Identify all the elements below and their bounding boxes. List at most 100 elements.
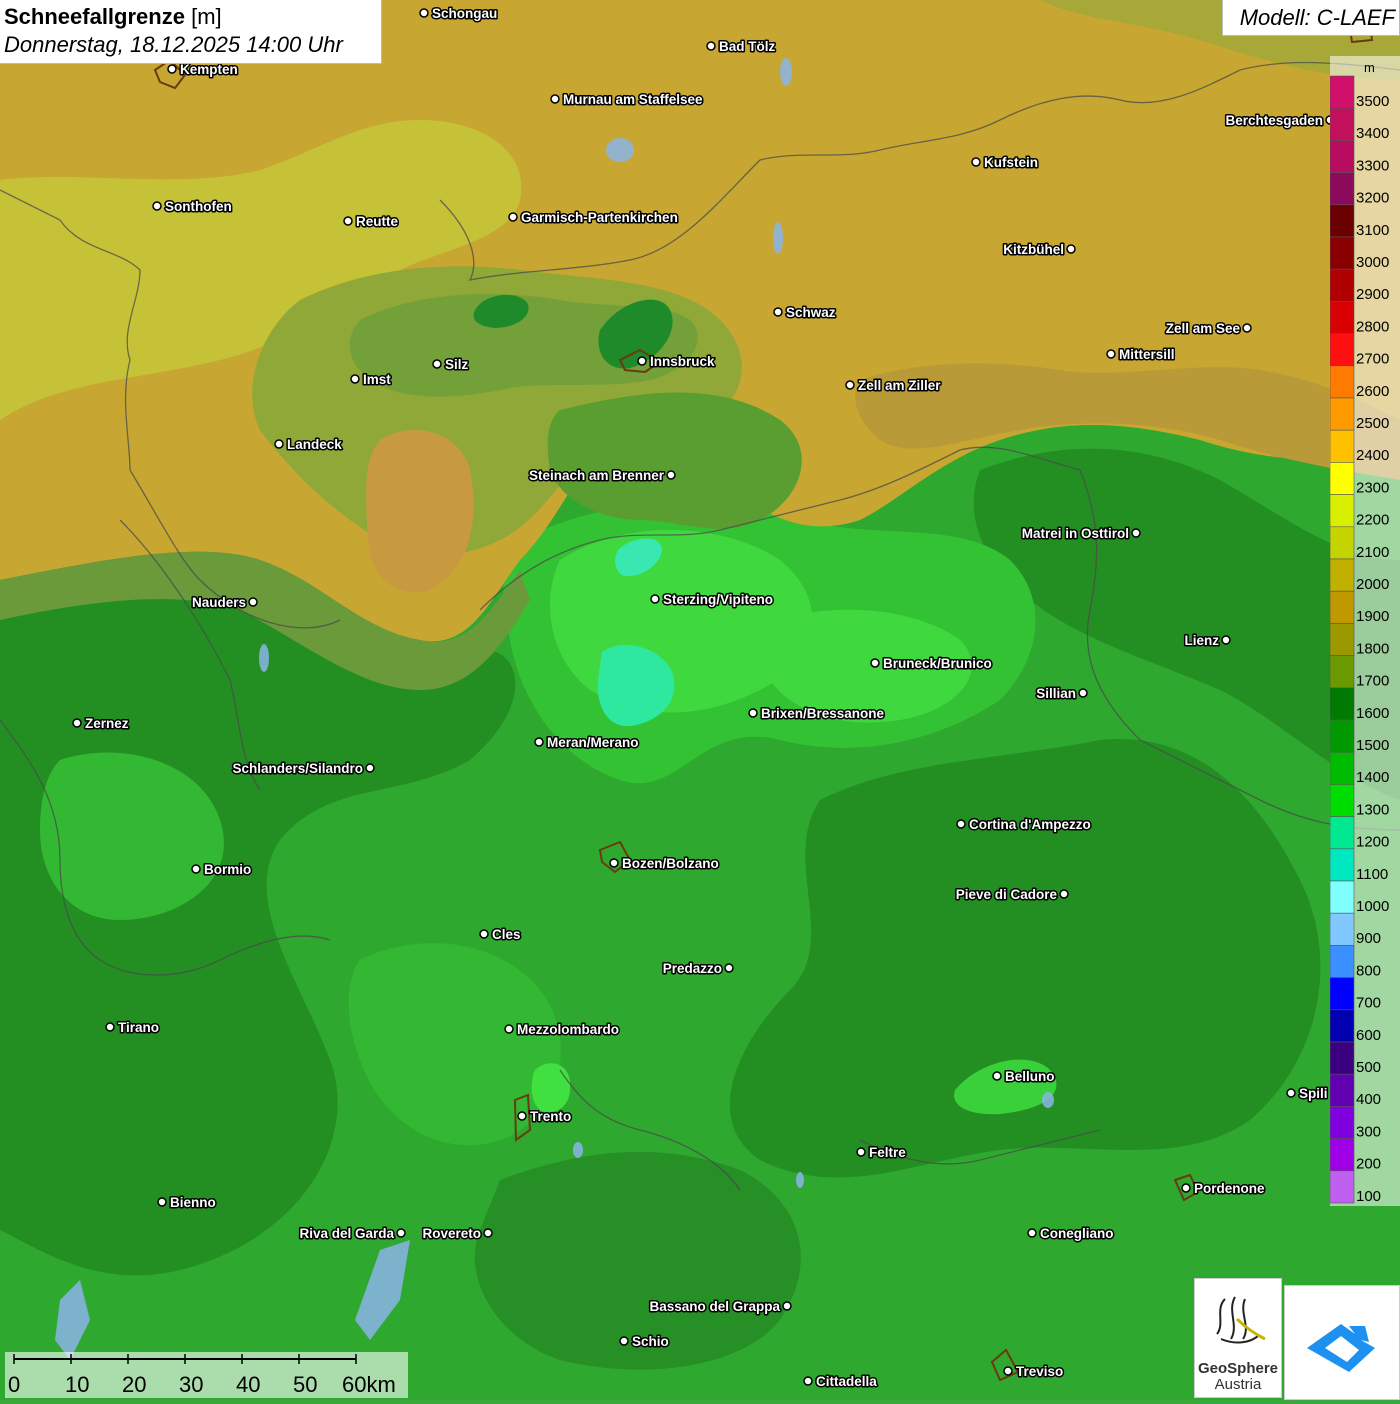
city-label: Pordenone [1194, 1181, 1265, 1196]
city-dot [396, 1228, 406, 1238]
city-dot [1106, 349, 1116, 359]
city-label: Bienno [170, 1195, 216, 1210]
scalebar-label: 60km [342, 1372, 396, 1397]
city-sonthofen: SonthofenSonthofen [152, 198, 233, 216]
city-dot [637, 356, 647, 366]
city-dot [550, 94, 560, 104]
city-label: Berchtesgaden [1225, 113, 1323, 128]
legend-label-1600: 1600 [1356, 705, 1389, 722]
legend-label-2100: 2100 [1356, 544, 1389, 561]
scalebar-label: 40 [236, 1372, 260, 1397]
legend-label-1000: 1000 [1356, 898, 1389, 915]
scalebar-label: 30 [179, 1372, 203, 1397]
city-label: Riva del Garda [299, 1226, 394, 1241]
city-label: Cles [492, 927, 521, 942]
city-dot [483, 1228, 493, 1238]
city-dot [748, 708, 758, 718]
legend-swatch-2700 [1330, 333, 1355, 367]
legend-label-3000: 3000 [1356, 254, 1389, 271]
legend-label-300: 300 [1356, 1123, 1381, 1140]
city-dot [650, 594, 660, 604]
city-innsbruck: InnsbruckInnsbruck [637, 353, 717, 371]
city-label: Predazzo [663, 961, 722, 976]
legend-label-1400: 1400 [1356, 769, 1389, 786]
city-dot [1242, 323, 1252, 333]
city-label: Sonthofen [165, 199, 232, 214]
legend-swatch-3300 [1330, 140, 1355, 173]
legend-swatch-1600 [1330, 687, 1355, 721]
model-panel: Modell: C-LAEF [1222, 0, 1400, 36]
scalebar-graphic: 0 10 20 30 40 50 60km [8, 1354, 396, 1397]
city-cortina-d-ampezzo: Cortina d'AmpezzoCortina d'Ampezzo [956, 816, 1092, 834]
city-label: Brixen/Bressanone [761, 706, 885, 721]
geosphere-logo-icon: GeoSphere Austria [1198, 1296, 1278, 1393]
city-label: Mittersill [1119, 347, 1175, 362]
city-label: Zell am See [1166, 321, 1241, 336]
legend-label-600: 600 [1356, 1027, 1381, 1044]
city-dot [782, 1301, 792, 1311]
scalebar-label: 0 [8, 1372, 20, 1397]
city-label: Trento [530, 1109, 571, 1124]
city-dot [167, 64, 177, 74]
legend-label-2500: 2500 [1356, 415, 1389, 432]
legend-swatch-300 [1330, 1106, 1355, 1139]
city-dot [845, 380, 855, 390]
legend-label-500: 500 [1356, 1059, 1381, 1076]
city-dot [856, 1147, 866, 1157]
legend-label-1200: 1200 [1356, 834, 1389, 851]
city-dot [1078, 688, 1088, 698]
legend-swatch-2800 [1330, 301, 1355, 334]
city-label: Cortina d'Ampezzo [969, 817, 1091, 832]
legend-swatch-2100 [1330, 526, 1355, 560]
city-dot [517, 1111, 527, 1121]
legend-swatch-700 [1330, 977, 1355, 1011]
city-dot [479, 929, 489, 939]
city-schongau: SchongauSchongau [419, 5, 499, 23]
legend-label-2800: 2800 [1356, 318, 1389, 335]
city-label: Pieve di Cadore [956, 887, 1058, 902]
legend-label-2900: 2900 [1356, 286, 1389, 303]
city-label: Spili [1299, 1086, 1328, 1101]
legend-label-1500: 1500 [1356, 737, 1389, 754]
city-label: Kufstein [984, 155, 1038, 170]
color-legend: m 3500 3400 3300 3200 3100 3000 2900 2800 2700 26… [1330, 56, 1400, 1206]
scalebar-label: 10 [65, 1372, 89, 1397]
city-label: Reutte [356, 214, 398, 229]
city-garmisch-partenkirchen: Garmisch-PartenkirchenGarmisch-Partenkir… [508, 209, 679, 227]
city-label: Nauders [192, 595, 246, 610]
city-meran-merano: Meran/MeranoMeran/Merano [534, 734, 640, 752]
city-dot [152, 201, 162, 211]
city-label: Schongau [432, 6, 497, 21]
city-dot [971, 157, 981, 167]
city-bozen-bolzano: Bozen/BolzanoBozen/Bolzano [609, 855, 720, 873]
city-dot [534, 737, 544, 747]
legend-swatch-3100 [1330, 204, 1355, 238]
city-conegliano: ConeglianoConegliano [1027, 1225, 1115, 1243]
parameter-name: Schneefallgrenze [4, 4, 185, 29]
zone-1300-trento [531, 1063, 571, 1113]
legend-swatch-1700 [1330, 655, 1355, 689]
city-dot [419, 8, 429, 18]
app-logo-icon [1307, 1324, 1375, 1372]
city-label: Steinach am Brenner [529, 468, 665, 483]
city-label: Sterzing/Vipiteno [663, 592, 773, 607]
city-label: Bad Tölz [719, 39, 775, 54]
legend-swatch-3200 [1330, 172, 1355, 206]
legend-swatch-2400 [1330, 429, 1355, 463]
city-dot [773, 307, 783, 317]
city-label: Innsbruck [650, 354, 715, 369]
city-dot [365, 763, 375, 773]
city-dot [706, 41, 716, 51]
legend-label-2600: 2600 [1356, 383, 1389, 400]
forecast-datetime: Donnerstag, 18.12.2025 14:00 Uhr [4, 32, 343, 57]
legend-swatch-3400 [1330, 107, 1355, 141]
city-brixen-bressanone: Brixen/BressanoneBrixen/Bressanone [748, 705, 886, 723]
city-matrei-in-osttirol: Matrei in OsttirolMatrei in Osttirol [1020, 525, 1141, 543]
city-label: Mezzolombardo [517, 1022, 619, 1037]
city-dot [191, 864, 201, 874]
geosphere-text-2: Austria [1215, 1376, 1262, 1393]
legend-swatch-600 [1330, 1009, 1355, 1043]
legend-swatch-1300 [1330, 784, 1355, 817]
city-bruneck-brunico: Bruneck/BrunicoBruneck/Brunico [870, 655, 993, 673]
legend-swatch-200 [1330, 1138, 1355, 1172]
